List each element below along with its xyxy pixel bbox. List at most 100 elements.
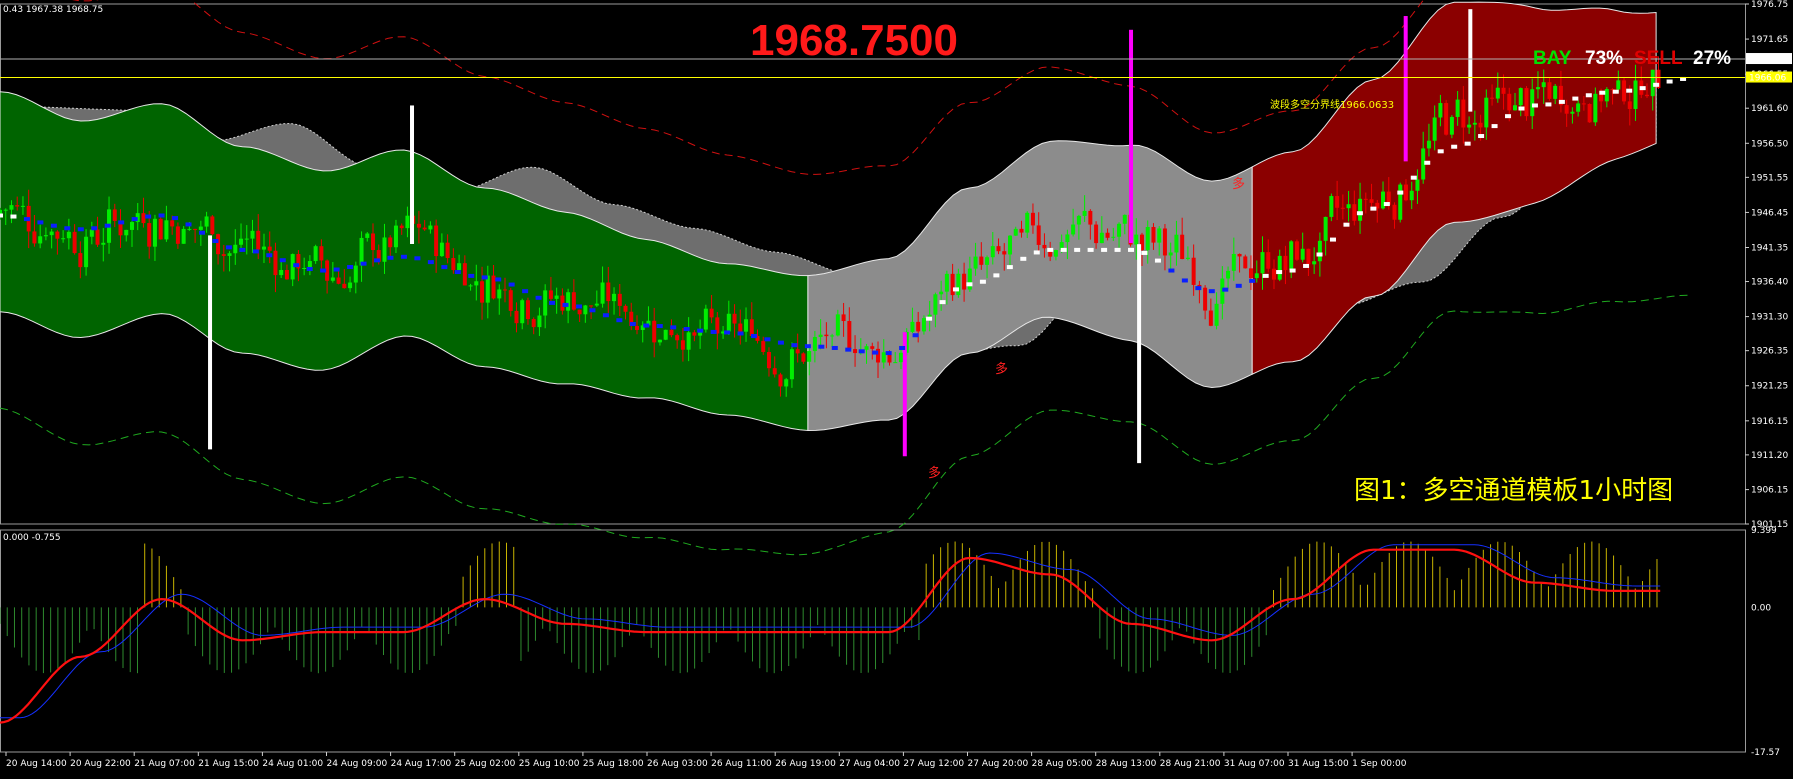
x-tick-label: 27 Aug 20:00 [968, 759, 1029, 769]
candle-body [480, 281, 485, 303]
candle-body [1564, 105, 1569, 114]
midline-dot [1181, 278, 1188, 283]
midline-dot [845, 347, 852, 352]
x-tick-label: 24 Aug 17:00 [391, 759, 452, 769]
ohlc-readout: 0.43 1967.38 1968.75 [3, 5, 103, 15]
midline-dot [697, 328, 704, 333]
candle-body [497, 289, 502, 299]
midline-dot [1262, 273, 1269, 278]
x-tick-label: 25 Aug 18:00 [583, 759, 644, 769]
y-tick-label: 1936.40 [1751, 278, 1788, 288]
candle-body [1518, 88, 1523, 106]
midline-dot [656, 324, 663, 329]
y-tick-label: 1961.60 [1751, 104, 1788, 114]
candle-body [353, 265, 358, 283]
candle-body [841, 314, 846, 322]
candle-body [1553, 85, 1558, 99]
midline-dot [966, 282, 973, 287]
midline-dot [589, 308, 596, 313]
candle-body [313, 246, 318, 262]
midline-dot [239, 247, 246, 252]
midline-dot [1626, 88, 1633, 93]
candle-body [1444, 103, 1449, 135]
midline-dot [414, 256, 421, 261]
candle-body [1432, 117, 1437, 141]
candle-body [1254, 273, 1259, 279]
candle-body [1019, 228, 1024, 233]
candle-body [1398, 184, 1403, 220]
candle-body [973, 256, 978, 269]
candle-body [726, 313, 731, 332]
midline-dot [979, 279, 986, 284]
candle-body [382, 237, 387, 262]
candle-body [1409, 190, 1414, 201]
candle-body [612, 293, 617, 302]
candle-body [244, 238, 249, 240]
candle-body [1461, 99, 1466, 128]
midline-dot [293, 263, 300, 268]
signal-mark: 多 [995, 361, 1008, 377]
candle-body [979, 256, 984, 265]
candle-body [416, 223, 421, 228]
midline-dot [158, 213, 165, 218]
candle-body [766, 351, 771, 369]
candle-body [1633, 80, 1638, 109]
midline-dot [522, 289, 529, 294]
candle-body [772, 368, 777, 375]
candle-body [124, 229, 129, 236]
candle-body [1547, 82, 1552, 99]
midline-dot [1666, 79, 1673, 84]
midline-dot [64, 226, 71, 231]
candle-body [233, 244, 238, 254]
candle-body [732, 313, 737, 324]
midline-dot [818, 344, 825, 349]
candle-body [342, 283, 347, 289]
candle-body [1082, 210, 1087, 216]
midline-dot [508, 282, 515, 287]
candle-body [807, 351, 812, 362]
x-tick-label: 28 Aug 13:00 [1096, 759, 1157, 769]
midline-dot [374, 258, 381, 263]
midline-dot [1478, 134, 1485, 139]
candle-body [675, 335, 680, 341]
x-tick-label: 31 Aug 07:00 [1224, 759, 1285, 769]
candle-body [1237, 253, 1242, 257]
midline-dot [1141, 250, 1148, 255]
midline-dot [1020, 256, 1027, 261]
candle-body [1323, 216, 1328, 241]
candle-body [967, 268, 972, 290]
candle-body [1065, 234, 1070, 243]
midline-dot [804, 344, 811, 349]
candle-body [399, 225, 404, 229]
candle-body [181, 228, 186, 244]
candle-body [1570, 111, 1575, 114]
candle-body [187, 228, 192, 230]
midline-dot [1545, 102, 1552, 107]
candle-body [1495, 87, 1500, 99]
extreme-bar [1129, 29, 1134, 244]
candle-body [1644, 94, 1649, 97]
midline-dot [602, 313, 609, 318]
candle-body [537, 315, 542, 328]
midline-dot [1060, 247, 1067, 252]
candle-body [824, 334, 829, 337]
midline-dot [10, 214, 17, 219]
midline-dot [468, 273, 475, 278]
candle-body [778, 374, 783, 387]
midline-dot [764, 337, 771, 342]
candle-body [1369, 199, 1374, 203]
candle-body [393, 225, 398, 248]
extreme-bar [208, 235, 213, 450]
candle-body [101, 242, 106, 245]
midline-dot [683, 327, 690, 331]
candle-body [652, 320, 657, 343]
candle-body [210, 216, 215, 235]
extreme-bar [1468, 9, 1473, 112]
y-tick-label: 1911.20 [1751, 451, 1788, 461]
candle-body [307, 261, 312, 268]
candle-body [141, 213, 146, 224]
candle-body [1099, 232, 1104, 244]
dividing-line-label: 波段多空分界线1966.0633 [1270, 98, 1394, 111]
candle-body [1593, 93, 1598, 123]
midline-dot [1047, 247, 1054, 252]
